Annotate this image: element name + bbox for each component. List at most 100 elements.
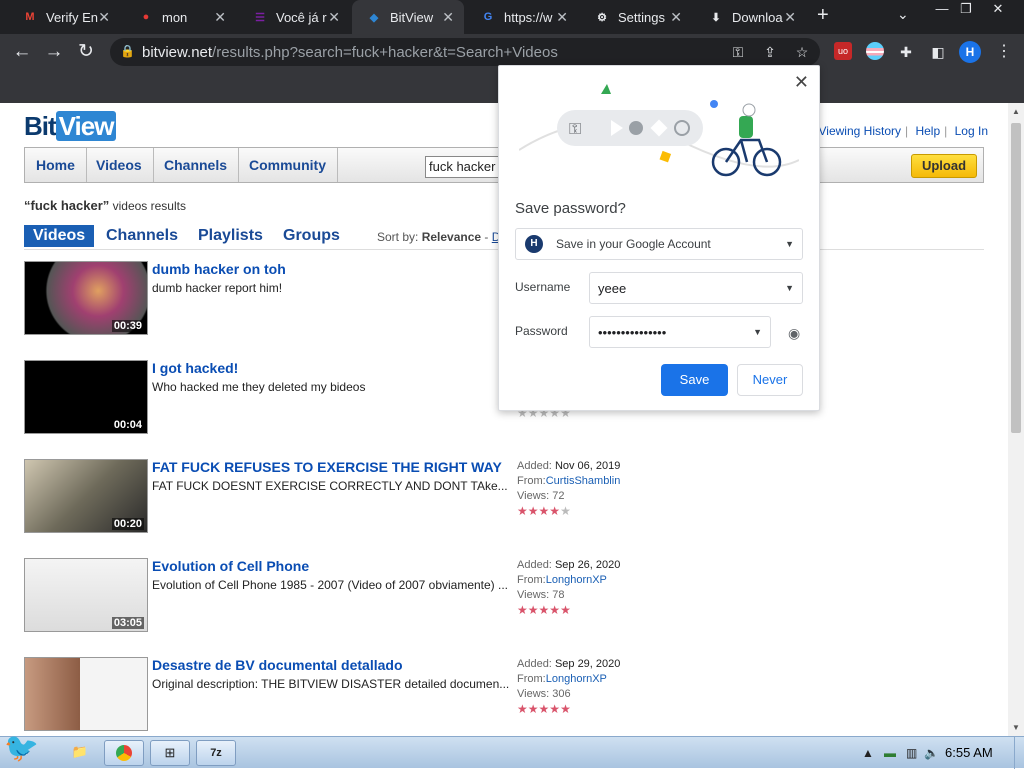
tab-title: Verify En — [46, 9, 99, 25]
share-icon[interactable]: ⇪ — [760, 42, 780, 62]
nav-community[interactable]: Community — [238, 148, 338, 182]
video-meta: Added: Sep 26, 2020 From:LonghornXP Views:… — [517, 559, 621, 617]
explorer-icon[interactable]: 📁 — [58, 740, 102, 766]
uploader-link[interactable]: LonghornXP — [546, 673, 607, 685]
video-thumbnail[interactable]: 00:04 — [24, 360, 148, 434]
tab-videos[interactable]: Videos — [24, 225, 95, 247]
viewing-history-link[interactable]: Viewing History — [815, 124, 905, 138]
tab-5[interactable]: ⚙ Settings ✕ — [580, 0, 692, 34]
back-icon[interactable]: ← — [10, 40, 34, 64]
star-icon: ★ — [538, 702, 550, 716]
video-title-link[interactable]: Evolution of Cell Phone — [152, 558, 309, 574]
video-duration: 00:04 — [111, 419, 144, 431]
video-description: FAT FUCK DOESNT EXERCISE CORRECTLY AND D… — [152, 479, 508, 493]
scroll-up-icon[interactable]: ▲ — [1012, 107, 1020, 116]
show-desktop-button[interactable] — [1014, 737, 1024, 769]
sort-relevance[interactable]: Relevance — [422, 230, 481, 244]
tab-close-icon[interactable]: ✕ — [556, 9, 568, 26]
upload-button[interactable]: Upload — [911, 154, 977, 178]
uploader-link[interactable]: CurtisShamblin — [546, 475, 621, 487]
tab-3[interactable]: ◆ BitView ✕ — [352, 0, 464, 34]
chrome-taskbar-icon[interactable] — [104, 740, 144, 766]
tab-title: mon — [162, 9, 188, 25]
tab-close-icon[interactable]: ✕ — [442, 9, 454, 26]
tab-playlists[interactable]: Playlists — [198, 225, 263, 247]
nav-channels[interactable]: Channels — [153, 148, 240, 182]
account-select[interactable]: H Save in your Google Account ▼ — [515, 228, 803, 260]
7zip-icon[interactable]: 7z — [196, 740, 236, 766]
search-input[interactable]: fuck hacker — [425, 156, 505, 178]
gear-icon: ⚙ — [597, 11, 607, 24]
tab-close-icon[interactable]: ✕ — [328, 9, 340, 26]
close-window-icon[interactable]: ✕ — [984, 0, 1012, 18]
key-icon[interactable]: ⚿ — [728, 42, 748, 62]
profile-avatar[interactable]: H — [959, 41, 981, 63]
google-icon: G — [483, 11, 493, 23]
password-illustration: ⚿ — [519, 84, 799, 177]
video-title-link[interactable]: Desastre de BV documental detallado — [152, 657, 403, 673]
username-value: yeee — [598, 281, 627, 296]
gmail-icon: M — [25, 11, 35, 23]
star-icon: ★ — [527, 603, 539, 617]
start-button-bird-icon[interactable]: 🐦 — [4, 731, 44, 767]
forward-icon[interactable]: → — [42, 40, 66, 64]
tab-1[interactable]: ● mon ✕ — [124, 0, 236, 34]
tab-close-icon[interactable]: ✕ — [670, 9, 682, 26]
video-title-link[interactable]: dumb hacker on toh — [152, 261, 286, 277]
menu-kebab-icon[interactable]: ⋮ — [996, 41, 1012, 61]
password-field[interactable]: ••••••••••••••• ▼ — [589, 316, 771, 348]
tab-close-icon[interactable]: ✕ — [784, 9, 796, 26]
save-button[interactable]: Save — [661, 364, 728, 396]
bitview-logo[interactable]: Bit View — [24, 111, 117, 142]
uploader-link[interactable]: LonghornXP — [546, 574, 607, 586]
star-icon: ★ — [549, 603, 561, 617]
side-panel-icon[interactable]: ◧ — [928, 42, 948, 62]
battery-icon[interactable]: ▬ — [884, 746, 896, 760]
scroll-down-icon[interactable]: ▼ — [1012, 723, 1020, 732]
reload-icon[interactable]: ↻ — [74, 40, 98, 64]
login-link[interactable]: Log In — [951, 124, 992, 138]
tab-6[interactable]: ⬇ Downloa ✕ — [694, 0, 806, 34]
tab-close-icon[interactable]: ✕ — [214, 9, 226, 26]
video-description: Original description: THE BITVIEW DISAST… — [152, 677, 510, 691]
new-tab-button[interactable]: + — [817, 4, 829, 27]
nav-videos[interactable]: Videos — [85, 148, 154, 182]
restore-icon[interactable]: ❐ — [952, 0, 980, 18]
scroll-thumb[interactable] — [1011, 123, 1021, 433]
sort-by: Sort by: Relevance - D — [377, 230, 501, 244]
video-duration: 00:20 — [111, 518, 144, 530]
windows-app-icon[interactable]: ⊞ — [150, 740, 190, 766]
network-icon[interactable]: ▥ — [906, 746, 917, 760]
page-scrollbar[interactable]: ▲ ▼ — [1008, 103, 1024, 736]
video-title-link[interactable]: I got hacked! — [152, 360, 238, 376]
rating-stars: ★★★★★ — [517, 702, 620, 717]
help-link[interactable]: Help — [911, 124, 944, 138]
star-icon: ★ — [538, 504, 550, 518]
tab-search-icon[interactable]: ⌄ — [897, 6, 909, 23]
results-heading: “fuck hacker” videos results — [24, 198, 186, 213]
tab-close-icon[interactable]: ✕ — [98, 9, 110, 26]
tray-expand-icon[interactable]: ▲ — [862, 746, 874, 760]
bookmark-star-icon[interactable]: ☆ — [792, 42, 812, 62]
clock[interactable]: 6:55 AM — [945, 745, 993, 760]
nav-home[interactable]: Home — [25, 148, 87, 182]
username-field[interactable]: yeee ▼ — [589, 272, 803, 304]
never-button[interactable]: Never — [737, 364, 803, 396]
video-title-link[interactable]: FAT FUCK REFUSES TO EXERCISE THE RIGHT W… — [152, 459, 502, 475]
tab-0[interactable]: M Verify En ✕ — [8, 0, 120, 34]
video-thumbnail[interactable] — [24, 657, 148, 731]
show-password-eye-icon[interactable]: ◉ — [788, 325, 800, 342]
volume-icon[interactable]: 🔈 — [924, 746, 939, 760]
top-links: Viewing History | Help | Log In — [815, 124, 992, 138]
tab-4[interactable]: Ghttps://w ✕ — [466, 0, 578, 34]
video-thumbnail[interactable]: 03:05 — [24, 558, 148, 632]
extensions-puzzle-icon[interactable]: ✚ — [896, 42, 916, 62]
ublock-icon[interactable]: uo — [834, 42, 852, 60]
video-thumbnail[interactable]: 00:20 — [24, 459, 148, 533]
tab-channels[interactable]: Channels — [106, 225, 178, 247]
flag-extension-icon[interactable] — [866, 42, 884, 60]
tab-2[interactable]: ☰ Você já r ✕ — [238, 0, 350, 34]
tab-groups[interactable]: Groups — [283, 225, 340, 247]
video-thumbnail[interactable]: 00:39 — [24, 261, 148, 335]
address-bar[interactable]: 🔒 bitview.net/results.php?search=fuck+ha… — [110, 38, 820, 66]
